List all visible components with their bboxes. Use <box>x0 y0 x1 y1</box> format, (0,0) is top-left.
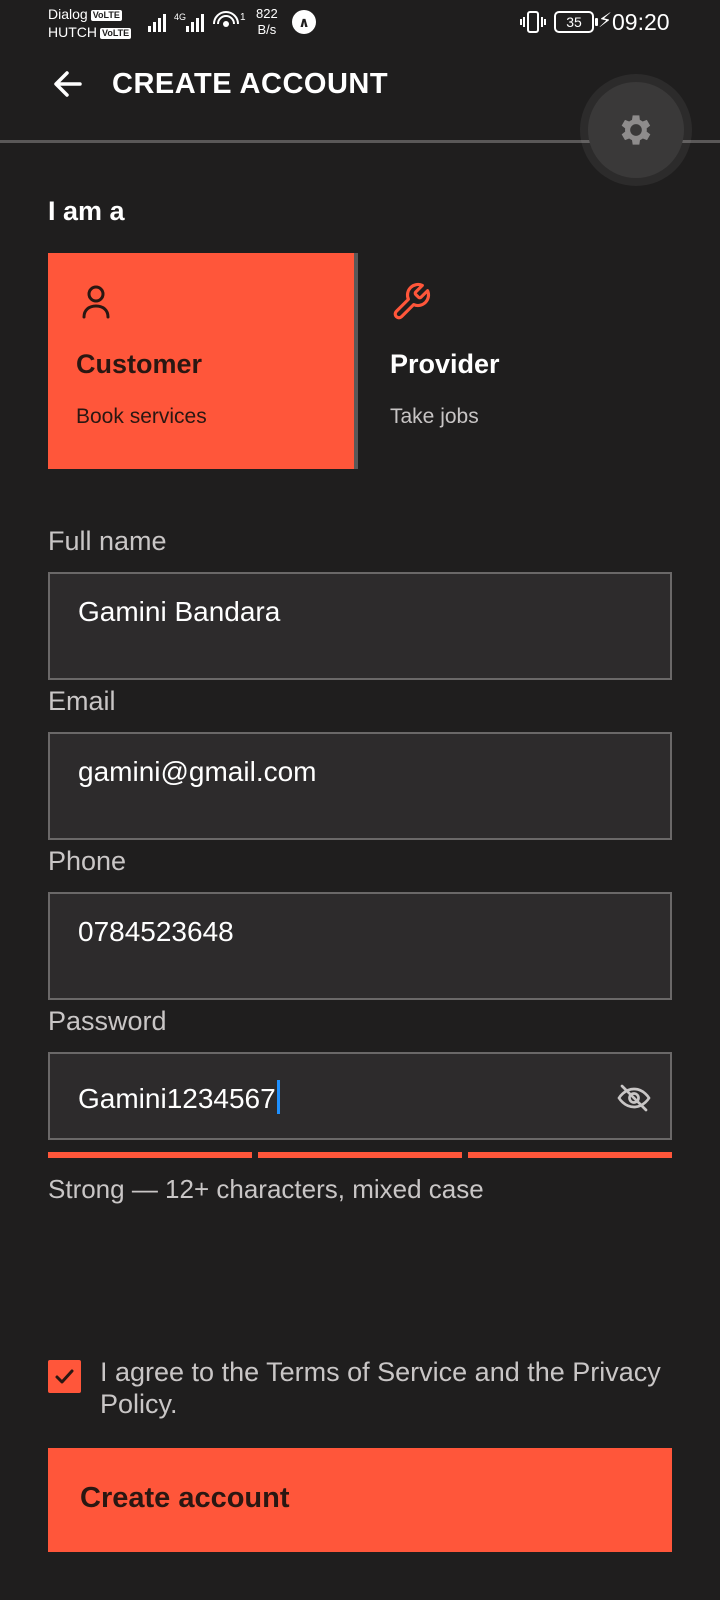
gear-icon <box>621 115 651 145</box>
password-field[interactable]: Gamini1234567 <box>48 1052 672 1140</box>
speed-unit: B/s <box>257 22 277 37</box>
role-title: Provider <box>390 349 500 379</box>
status-time: 09:20 <box>612 9 670 35</box>
arrow-left-icon <box>54 71 82 97</box>
phone-field[interactable] <box>48 892 672 1000</box>
role-subtitle: Take jobs <box>390 405 479 428</box>
password-strength-hint: Strong — 12+ characters, mixed case <box>48 1174 484 1204</box>
navigation-status-icon: ∧ <box>292 10 316 34</box>
wrench-icon <box>390 281 431 321</box>
phone-label: Phone <box>48 846 127 876</box>
full-name-input[interactable] <box>78 596 618 628</box>
volte-badge: VoLTE <box>100 28 132 39</box>
full-name-field[interactable] <box>48 572 672 680</box>
signal-icons: 4G 1 <box>148 10 248 39</box>
full-name-label: Full name <box>48 526 167 556</box>
eye-off-icon <box>617 1084 651 1112</box>
speed-value: 822 <box>256 6 278 21</box>
strength-segment <box>258 1152 462 1158</box>
person-icon <box>76 281 116 321</box>
charging-icon: ⚡ <box>598 10 613 32</box>
status-bar: Dialog VoLTE HUTCH VoLTE 4G 1 822 B/s ∧ 35 <box>0 0 720 48</box>
settings-button[interactable] <box>588 82 684 178</box>
vibrate-icon <box>520 10 546 39</box>
network-type-label: 4G <box>174 12 186 22</box>
carrier-1: Dialog <box>48 6 88 22</box>
volte-badge: VoLTE <box>90 10 122 21</box>
email-label: Email <box>48 686 116 716</box>
back-button[interactable] <box>48 64 88 104</box>
create-account-label: Create account <box>80 1482 290 1514</box>
password-value: Gamini1234567 <box>78 1083 276 1114</box>
create-account-button[interactable]: Create account <box>48 1448 672 1552</box>
carrier-2: HUTCH <box>48 24 97 40</box>
phone-input[interactable] <box>78 916 618 948</box>
role-option-provider[interactable]: Provider Take jobs <box>362 253 672 469</box>
strength-segment <box>48 1152 252 1158</box>
email-input[interactable] <box>78 756 618 788</box>
carrier-info: Dialog VoLTE HUTCH VoLTE <box>48 5 132 41</box>
battery-indicator: 35 <box>554 11 598 33</box>
signal-icon: 4G 1 <box>148 11 246 32</box>
toggle-password-visibility-button[interactable] <box>616 1080 652 1116</box>
network-speed: 822 B/s <box>256 6 278 38</box>
role-option-customer[interactable]: Customer Book services <box>48 253 358 469</box>
password-input[interactable]: Gamini1234567 <box>78 1080 618 1115</box>
strength-segment <box>468 1152 672 1158</box>
text-caret <box>276 1080 280 1114</box>
role-heading: I am a <box>48 196 125 226</box>
agree-checkbox[interactable] <box>48 1360 81 1393</box>
terms-agreement-text[interactable]: I agree to the Terms of Service and the … <box>100 1356 680 1420</box>
page-title: CREATE ACCOUNT <box>112 68 389 100</box>
hotspot-count: 1 <box>240 12 246 23</box>
email-field[interactable] <box>48 732 672 840</box>
role-title: Customer <box>76 349 203 379</box>
check-icon <box>55 1369 74 1384</box>
role-subtitle: Book services <box>76 405 207 428</box>
password-label: Password <box>48 1006 167 1036</box>
